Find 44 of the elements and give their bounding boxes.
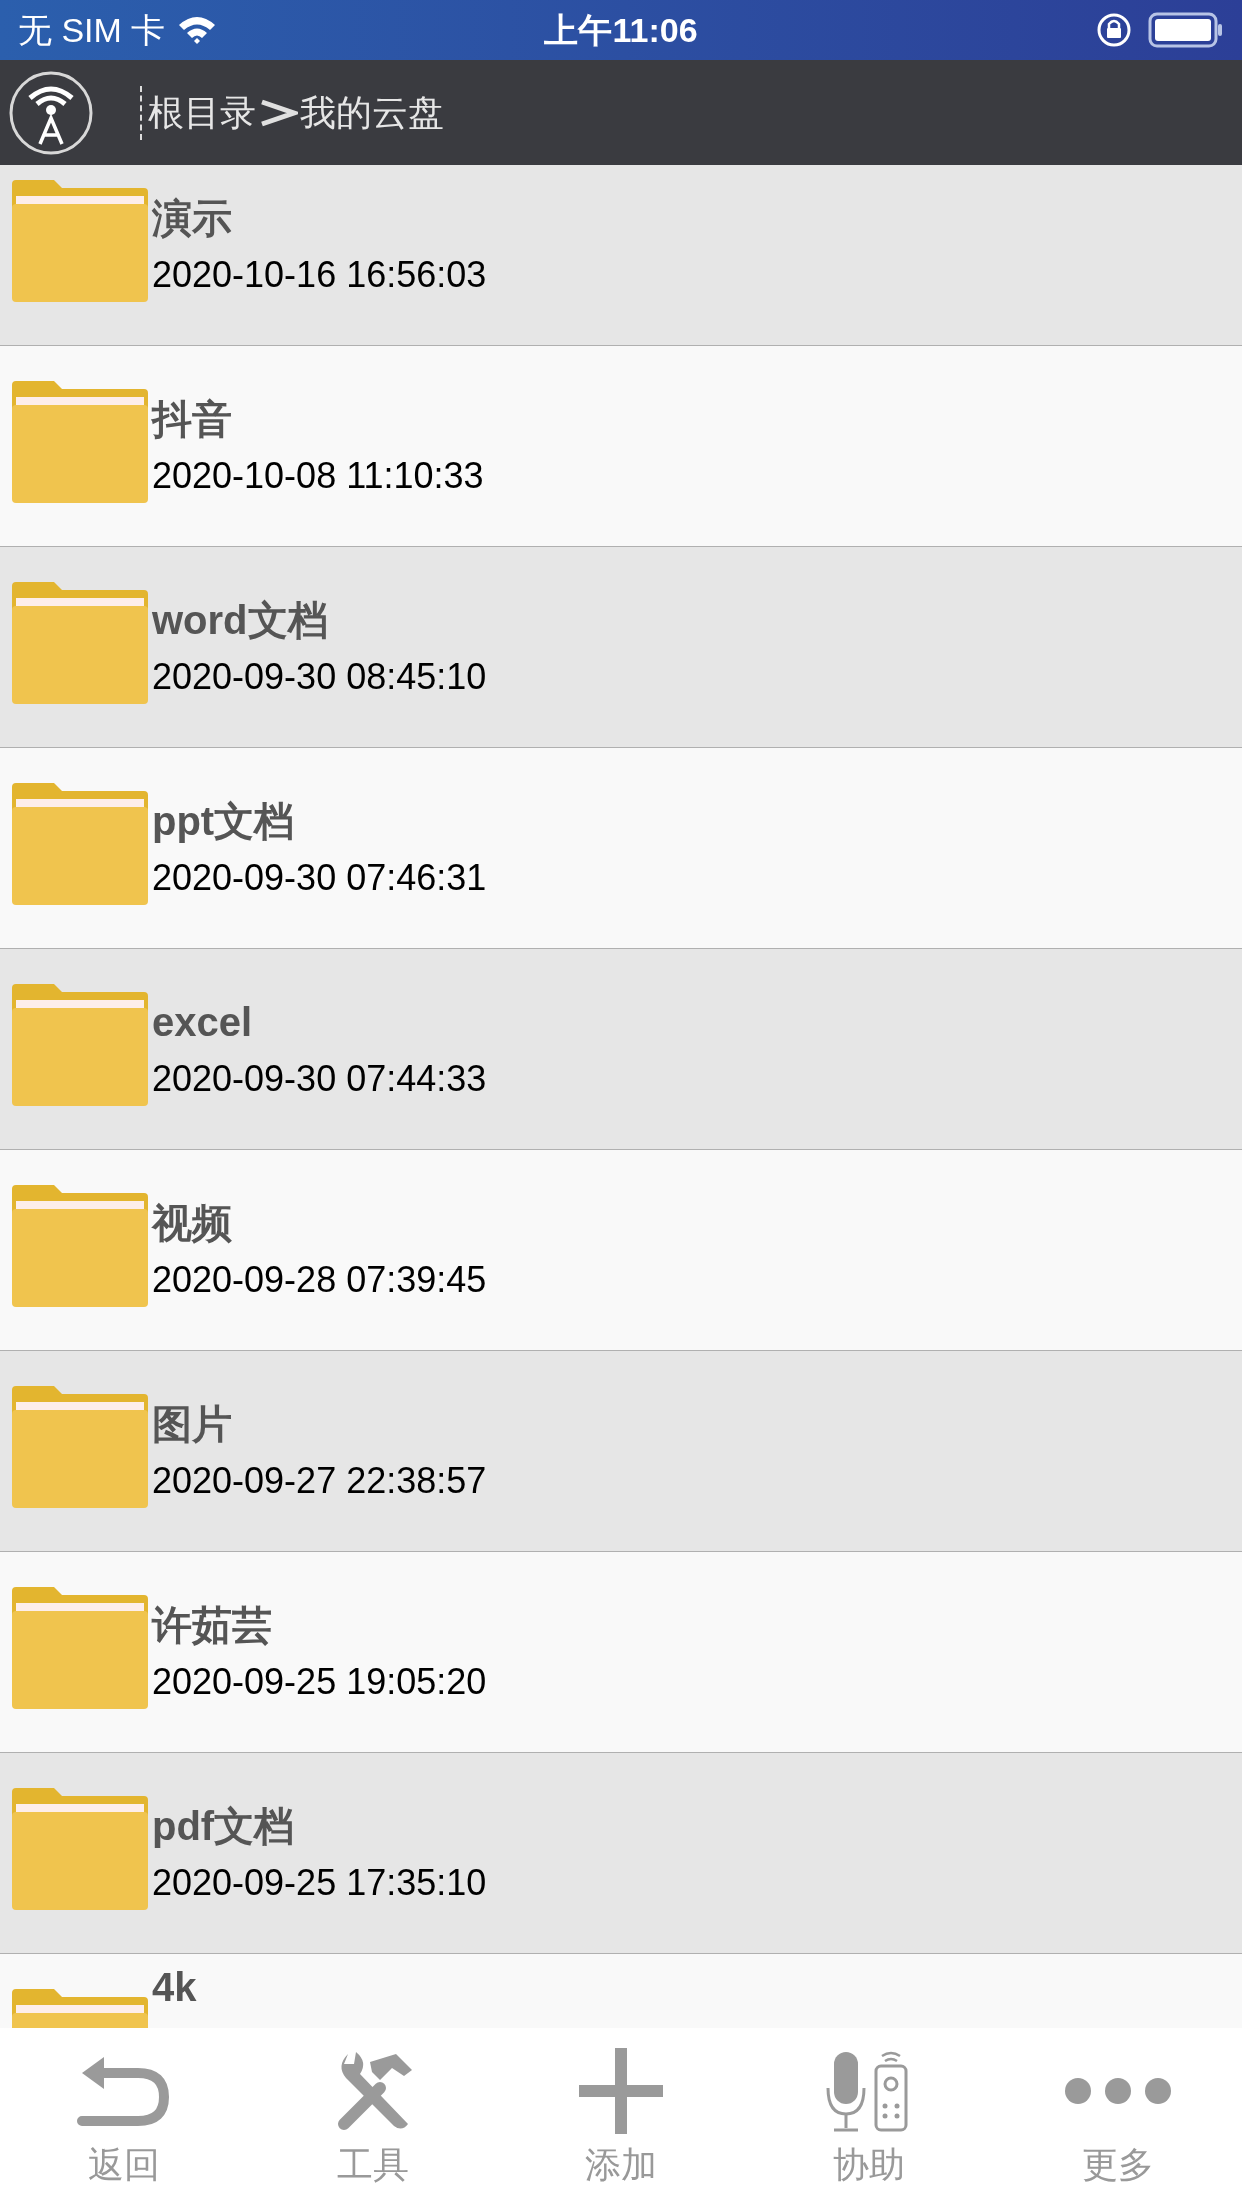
folder-icon [10, 781, 150, 907]
chevron-icon [258, 97, 298, 128]
folder-name: 图片 [152, 1401, 233, 1448]
folder-name: 抖音 [152, 396, 233, 443]
folder-name: 许茹芸 [152, 1602, 273, 1649]
folder-icon [10, 1585, 150, 1711]
folder-row[interactable]: pdf文档 2020-09-25 17:35:10 [0, 1753, 1242, 1954]
folder-icon [10, 379, 150, 505]
folder-date: 2020-09-25 19:05:20 [152, 1660, 487, 1704]
folder-name: word文档 [152, 597, 329, 644]
clock-text: 上午11:06 [544, 9, 698, 51]
folder-name: pdf文档 [152, 1803, 296, 1850]
folder-name: ppt文档 [152, 798, 296, 845]
folder-name: 4k [152, 1964, 197, 2011]
signal-logo-icon[interactable] [8, 69, 94, 156]
folder-icon [10, 1183, 150, 1309]
carrier-text: 无 SIM 卡 [18, 9, 166, 51]
rotation-lock-icon [1096, 12, 1132, 48]
folder-date: 2020-09-27 22:38:57 [152, 1459, 487, 1503]
breadcrumb-item[interactable]: 根目录 [148, 85, 256, 140]
folder-icon [10, 178, 150, 304]
folder-name: excel [152, 999, 254, 1046]
folder-row[interactable]: word文档 2020-09-30 08:45:10 [0, 547, 1242, 748]
folder-date: 2020-09-30 07:44:33 [152, 1057, 487, 1101]
folder-icon [10, 1786, 150, 1912]
breadcrumb-item[interactable]: 我的云盘 [300, 85, 444, 140]
folder-icon [10, 1384, 150, 1510]
folder-name: 演示 [152, 195, 233, 242]
folder-row[interactable]: excel 2020-09-30 07:44:33 [0, 949, 1242, 1150]
folder-date: 2020-09-30 08:45:10 [152, 655, 487, 699]
folder-date: 2020-10-08 11:10:33 [152, 454, 484, 498]
folder-icon [10, 580, 150, 706]
folder-row[interactable]: 演示 2020-10-16 16:56:03 [0, 165, 1242, 346]
battery-icon [1148, 12, 1224, 48]
folder-date: 2020-09-25 17:35:10 [152, 1861, 487, 1905]
folder-name: 视频 [152, 1200, 233, 1247]
more-icon [1063, 2077, 1172, 2105]
wifi-icon [177, 15, 218, 45]
folder-icon [10, 982, 150, 1108]
plus-icon [579, 2048, 663, 2134]
folder-date: 2020-09-28 07:39:45 [152, 1258, 487, 1302]
folder-row[interactable]: 图片 2020-09-27 22:38:57 [0, 1351, 1242, 1552]
folder-date: 2020-10-16 16:56:03 [152, 253, 487, 297]
folder-date: 2020-09-30 07:46:31 [152, 856, 487, 900]
